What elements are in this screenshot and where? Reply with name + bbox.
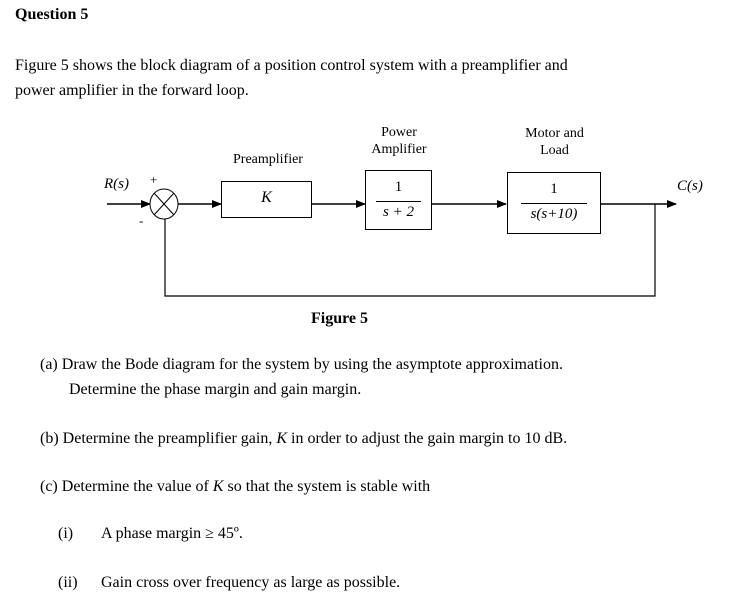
- poweramp-label-line2: Amplifier: [371, 142, 427, 157]
- poweramp-fraction-bar: [376, 201, 421, 202]
- part-c-var: K: [212, 478, 224, 495]
- motor-label: Motor and Load: [507, 125, 602, 159]
- part-a-line2: Determine the phase margin and gain marg…: [69, 381, 362, 398]
- summing-junction: [149, 188, 179, 220]
- part-c-prefix: (c) Determine the value of: [40, 478, 213, 495]
- poweramp-label: Power Amplifier: [365, 124, 433, 158]
- part-b-prefix: (b) Determine the preamplifier gain,: [40, 430, 277, 447]
- part-c-i-number: (i): [58, 525, 74, 542]
- poweramp-denominator: s + 2: [383, 204, 414, 220]
- part-b: (b) Determine the preamplifier gain, K i…: [40, 426, 567, 451]
- sum-minus-sign: -: [139, 213, 144, 228]
- output-label: C(s): [677, 178, 703, 194]
- motor-numerator: 1: [550, 181, 558, 197]
- preamp-block: K: [221, 181, 312, 218]
- part-b-suffix: in order to adjust the gain margin to 10…: [287, 430, 568, 447]
- motor-denominator: s(s+10): [530, 206, 578, 222]
- diagram-wires: [107, 188, 677, 297]
- preamp-gain: K: [261, 189, 272, 206]
- part-c: (c) Determine the value of K so that the…: [40, 474, 430, 499]
- motor-fraction-bar: [521, 203, 587, 204]
- motor-block: 1 s(s+10): [507, 172, 601, 234]
- poweramp-numerator: 1: [394, 179, 403, 195]
- part-c-suffix: so that the system is stable with: [223, 478, 431, 495]
- poweramp-label-line1: Power: [381, 125, 417, 140]
- part-a-line1: (a) Draw the Bode diagram for the system…: [40, 356, 563, 373]
- motor-label-line2: Load: [540, 143, 569, 158]
- motor-label-line1: Motor and: [525, 126, 584, 141]
- part-c-ii-number: (ii): [58, 574, 78, 591]
- part-b-var: K: [276, 430, 288, 447]
- sum-plus-sign: +: [150, 172, 158, 187]
- input-label: R(s): [104, 176, 129, 192]
- part-c-ii-text: Gain cross over frequency as large as po…: [101, 574, 401, 591]
- preamp-label: Preamplifier: [233, 152, 303, 167]
- part-a: (a) Draw the Bode diagram for the system…: [40, 352, 563, 402]
- poweramp-block: 1 s + 2: [365, 170, 432, 230]
- figure-caption: Figure 5: [311, 310, 369, 327]
- part-c-i-text: A phase margin ≥ 45º.: [101, 525, 243, 542]
